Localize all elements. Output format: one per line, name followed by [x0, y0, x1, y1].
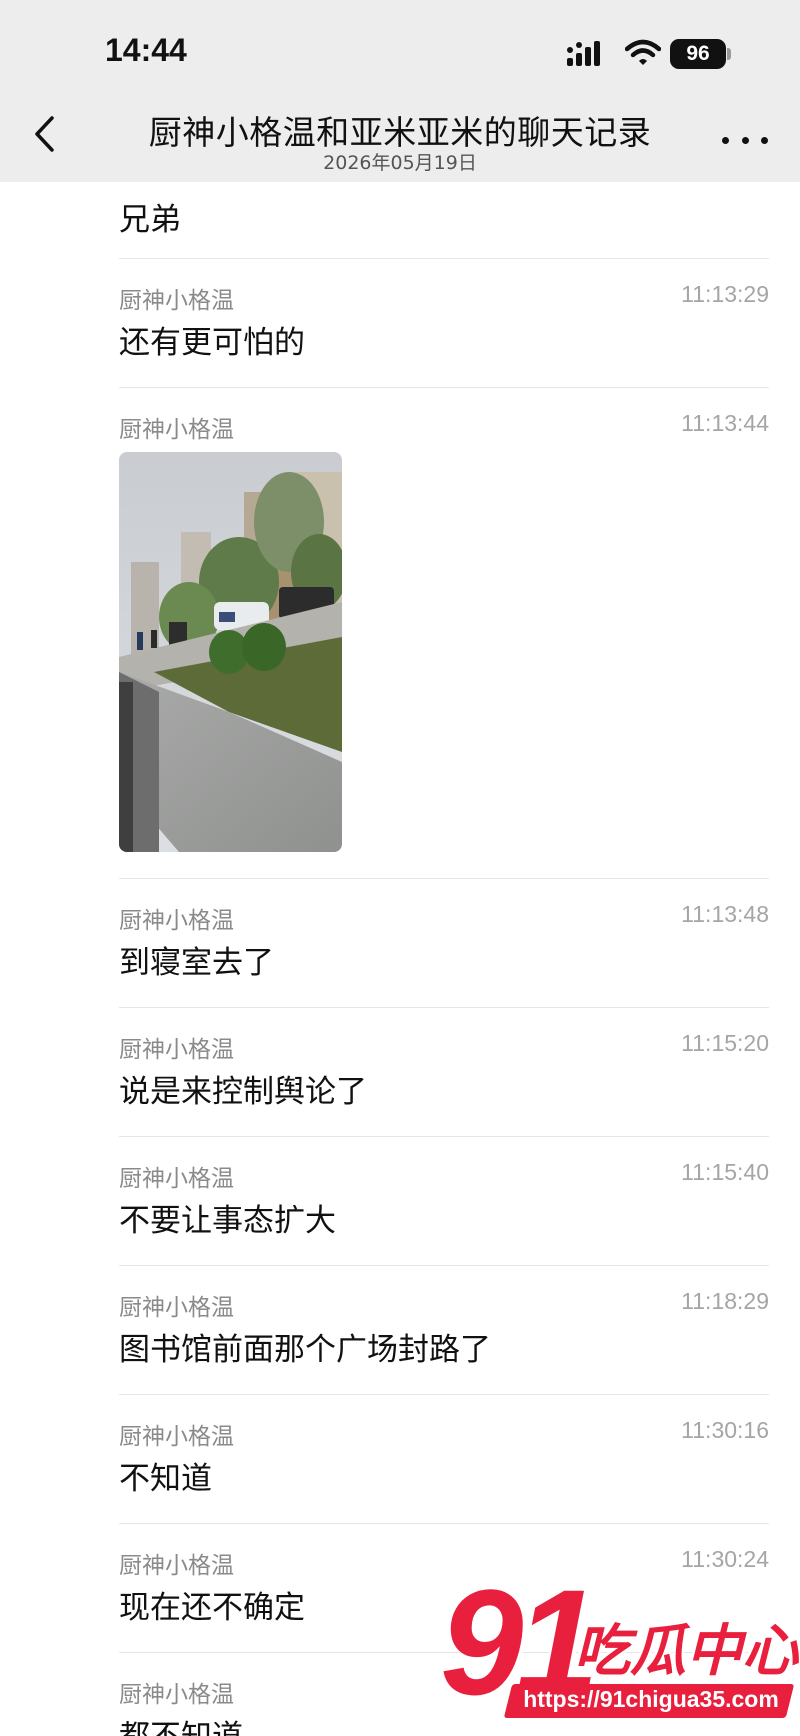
message-time: 11:15:20 — [681, 1030, 769, 1056]
watermark-logo: 91 吃瓜中心 https://91chigua35.com — [440, 1558, 800, 1736]
sender-name: 厨神小格温 — [119, 1682, 234, 1708]
message-text: 还有更可怕的 — [119, 325, 305, 361]
sender-name: 厨神小格温 — [119, 1166, 234, 1192]
sender-name: 厨神小格温 — [119, 417, 234, 443]
message-text: 说是来控制舆论了 — [119, 1074, 367, 1110]
message-photo[interactable] — [119, 452, 342, 852]
message-text: 到寝室去了 — [119, 945, 274, 981]
message-text: 不知道 — [119, 1461, 212, 1497]
message-text: 不要让事态扩大 — [119, 1203, 336, 1239]
status-bar: 14:44 96 — [0, 0, 800, 100]
message-time: 11:15:40 — [681, 1159, 769, 1185]
message-item: 兄弟 — [119, 182, 769, 259]
sender-name: 厨神小格温 — [119, 288, 234, 314]
watermark-brand: 吃瓜中心 — [574, 1619, 798, 1684]
message-text: 兄弟 — [119, 202, 181, 238]
battery-indicator: 96 — [670, 39, 726, 69]
message-time: 11:13:44 — [681, 410, 769, 436]
message-item: 厨神小格温 11:15:40 不要让事态扩大 — [119, 1137, 769, 1266]
message-text: 现在还不确定 — [119, 1590, 305, 1626]
message-time: 11:18:29 — [681, 1288, 769, 1314]
message-item: 厨神小格温 11:13:48 到寝室去了 — [119, 879, 769, 1008]
sender-name: 厨神小格温 — [119, 1295, 234, 1321]
page-date: 2026年05月19日 — [323, 152, 477, 174]
battery-tip — [727, 48, 731, 60]
nav-bar: 厨神小格温和亚米亚米的聊天记录 2026年05月19日 — [0, 100, 800, 182]
message-item: 厨神小格温 11:13:29 还有更可怕的 — [119, 259, 769, 388]
header: 14:44 96 厨神小格温和亚米亚米的聊天记录 2026年05月19日 — [0, 0, 800, 182]
message-time: 11:13:48 — [681, 901, 769, 927]
message-text: 都不知道 — [119, 1711, 243, 1736]
sender-name: 厨神小格温 — [119, 1037, 234, 1063]
wifi-icon — [624, 38, 662, 72]
message-time: 11:30:16 — [681, 1417, 769, 1443]
message-item: 厨神小格温 11:18:29 图书馆前面那个广场封路了 — [119, 1266, 769, 1395]
sender-name: 厨神小格温 — [119, 908, 234, 934]
message-text: 图书馆前面那个广场封路了 — [119, 1332, 491, 1368]
dot-icon — [761, 136, 768, 144]
message-item: 厨神小格温 11:13:44 — [119, 388, 769, 879]
dot-icon — [741, 136, 749, 144]
sender-name: 厨神小格温 — [119, 1553, 234, 1579]
message-item: 厨神小格温 11:30:16 不知道 — [119, 1395, 769, 1524]
message-item: 厨神小格温 11:15:20 说是来控制舆论了 — [119, 1008, 769, 1137]
cellular-signal-icon — [567, 40, 613, 72]
watermark-url: https://91chigua35.com — [523, 1686, 779, 1712]
status-time: 14:44 — [105, 32, 187, 68]
message-time: 11:13:29 — [681, 281, 769, 307]
more-options-button[interactable] — [722, 130, 768, 150]
sender-name: 厨神小格温 — [119, 1424, 234, 1450]
chat-history-screen: 14:44 96 厨神小格温和亚米亚米的聊天记录 2026年05月19日 兄弟 … — [0, 0, 800, 1736]
message-time: 11:30:24 — [681, 1546, 769, 1572]
chat-list[interactable]: 兄弟 厨神小格温 11:13:29 还有更可怕的 厨神小格温 11:13:44 — [0, 182, 800, 1736]
dot-icon — [722, 136, 729, 144]
page-title: 厨神小格温和亚米亚米的聊天记录 — [148, 113, 652, 152]
